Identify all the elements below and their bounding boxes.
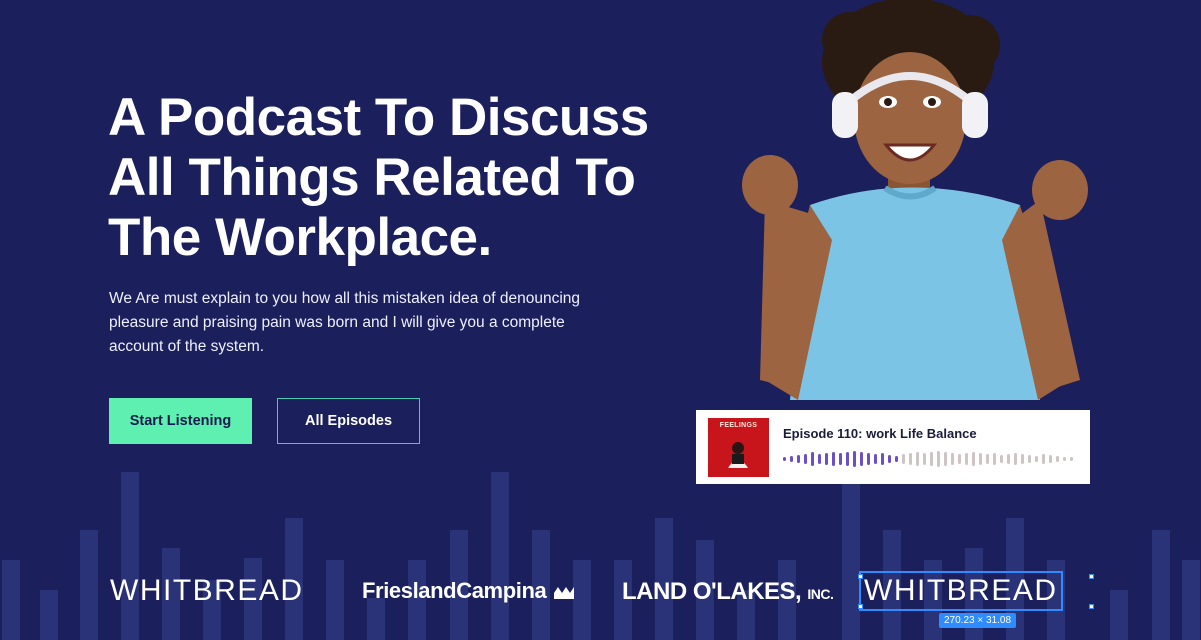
- episode-player-card[interactable]: FEELINGS Episode 110: work Life Balance: [696, 410, 1090, 484]
- waveform-bar: [860, 452, 863, 466]
- waveform-bar: [811, 452, 814, 466]
- waveform-bar: [1042, 454, 1045, 464]
- waveform-bar: [902, 454, 905, 464]
- episode-cover-label: FEELINGS: [719, 421, 758, 429]
- waveform-bar: [1035, 456, 1038, 462]
- waveform-bar: [874, 454, 877, 464]
- waveform-bar: [937, 451, 940, 467]
- selection-handle-bottom-right[interactable]: [1089, 604, 1094, 609]
- waveform-bar: [909, 453, 912, 465]
- logo-landolakes: LAND O'LAKES, INC.: [622, 578, 834, 606]
- waveform-bar: [804, 454, 807, 464]
- waveform-bar: [790, 456, 793, 462]
- logo-whitbread-selected[interactable]: WHITBREAD: [859, 571, 1063, 611]
- waveform-bar: [846, 452, 849, 466]
- waveform-bar: [895, 456, 898, 462]
- all-episodes-button[interactable]: All Episodes: [277, 398, 420, 444]
- episode-title: Episode 110: work Life Balance: [783, 426, 977, 441]
- hero-section: A Podcast To Discuss All Things Related …: [0, 0, 1201, 640]
- waveform-bar: [986, 454, 989, 464]
- waveform-bar: [965, 453, 968, 465]
- hero-headline: A Podcast To Discuss All Things Related …: [108, 88, 708, 268]
- waveform-bar: [1056, 456, 1059, 462]
- selection-handle-top-left[interactable]: [858, 574, 863, 579]
- waveform-bar: [888, 455, 891, 463]
- waveform-bar: [1007, 454, 1010, 464]
- waveform-bar: [951, 453, 954, 465]
- waveform-bar: [783, 457, 786, 461]
- waveform-bar: [832, 452, 835, 466]
- waveform-bar: [916, 452, 919, 466]
- waveform-bar: [1014, 453, 1017, 465]
- waveform-bar: [944, 452, 947, 466]
- background-equalizer: [2, 472, 1200, 640]
- selection-handle-bottom-left[interactable]: [858, 604, 863, 609]
- selection-size-badge: 270.23 × 31.08: [939, 613, 1017, 628]
- waveform-bar: [979, 453, 982, 465]
- waveform-bar: [1070, 457, 1073, 461]
- headline-line-1: A Podcast To Discuss: [108, 88, 649, 147]
- crown-icon: [554, 587, 575, 600]
- waveform-bar: [1049, 455, 1052, 463]
- waveform-bar: [867, 453, 870, 465]
- logo-frieslandcampina: FrieslandCampina: [362, 578, 576, 604]
- waveform-bar: [853, 451, 856, 467]
- start-listening-button[interactable]: Start Listening: [109, 398, 252, 444]
- person-with-headphones-image: [742, 0, 1088, 400]
- logo-landolakes-suffix: INC.: [807, 586, 834, 602]
- waveform-bar: [818, 454, 821, 464]
- hero-description: We Are must explain to you how all this …: [109, 290, 581, 355]
- audio-waveform[interactable]: [783, 450, 1083, 468]
- waveform-bar: [1000, 455, 1003, 463]
- logo-whitbread: WHITBREAD: [110, 574, 304, 607]
- waveform-bar: [1063, 457, 1066, 461]
- waveform-bar: [825, 453, 828, 465]
- waveform-bar: [1021, 454, 1024, 464]
- logo-frieslandcampina-text: FrieslandCampina: [362, 578, 547, 603]
- waveform-bar: [839, 453, 842, 465]
- waveform-bar: [930, 452, 933, 466]
- selection-handle-top-right[interactable]: [1089, 574, 1094, 579]
- waveform-bar: [797, 455, 800, 463]
- episode-cover-image: FEELINGS: [708, 417, 769, 477]
- headline-line-3: The Workplace.: [108, 208, 492, 267]
- waveform-bar: [1028, 455, 1031, 463]
- headline-line-2: All Things Related To: [108, 148, 636, 207]
- logo-landolakes-text: LAND O'LAKES,: [622, 578, 802, 605]
- waveform-bar: [972, 452, 975, 466]
- waveform-bar: [923, 453, 926, 465]
- waveform-bar: [958, 454, 961, 464]
- waveform-bar: [881, 453, 884, 465]
- waveform-bar: [993, 453, 996, 465]
